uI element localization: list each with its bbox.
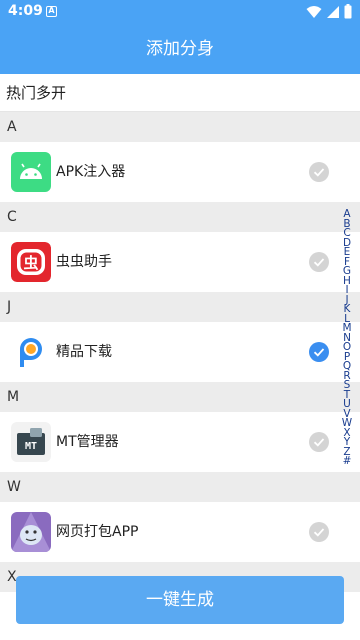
wifi-icon bbox=[306, 5, 322, 18]
check-icon bbox=[313, 348, 325, 357]
app-name: APK注入器 bbox=[56, 164, 126, 180]
select-checkbox[interactable] bbox=[309, 162, 329, 182]
check-icon bbox=[313, 438, 325, 447]
signal-icon bbox=[327, 5, 339, 18]
app-name: 网页打包APP bbox=[56, 524, 139, 540]
list-item-pp-download[interactable]: 精品下载 bbox=[0, 322, 360, 382]
list-item-web-pack[interactable]: 网页打包APP bbox=[0, 502, 360, 562]
app-name: 虫虫助手 bbox=[56, 254, 112, 270]
generate-button[interactable]: 一键生成 bbox=[16, 576, 344, 624]
alpha-index-letter[interactable]: # bbox=[343, 456, 352, 467]
notification-badge-icon: A bbox=[46, 6, 57, 17]
app-name: MT管理器 bbox=[56, 434, 119, 450]
section-header-w: W bbox=[0, 472, 360, 502]
select-checkbox[interactable] bbox=[309, 522, 329, 542]
battery-icon bbox=[344, 4, 352, 19]
svg-text:虫: 虫 bbox=[23, 254, 38, 272]
section-header-j: J bbox=[0, 292, 360, 322]
hot-multi-open-label: 热门多开 bbox=[0, 74, 360, 112]
section-header-a: A bbox=[0, 112, 360, 142]
check-icon bbox=[313, 168, 325, 177]
android-icon bbox=[11, 152, 51, 192]
app-name: 精品下载 bbox=[56, 344, 112, 360]
pp-download-icon bbox=[11, 332, 51, 372]
section-header-c: C bbox=[0, 202, 360, 232]
app-list[interactable]: A APK注入器 C 虫 虫虫助手 J 精品下载 M MT MT管理器 W 网页… bbox=[0, 112, 360, 640]
check-icon bbox=[313, 258, 325, 267]
status-bar: 4:09 A bbox=[0, 0, 360, 24]
select-checkbox[interactable] bbox=[309, 342, 329, 362]
check-icon bbox=[313, 528, 325, 537]
page-title: 添加分身 bbox=[146, 39, 214, 59]
status-time: 4:09 bbox=[8, 3, 43, 19]
list-item-mt-manager[interactable]: MT MT管理器 bbox=[0, 412, 360, 472]
section-header-m: M bbox=[0, 382, 360, 412]
select-checkbox[interactable] bbox=[309, 252, 329, 272]
svg-text:MT: MT bbox=[25, 441, 37, 452]
select-checkbox[interactable] bbox=[309, 432, 329, 452]
system-icons bbox=[306, 4, 352, 19]
list-item-chongchong[interactable]: 虫 虫虫助手 bbox=[0, 232, 360, 292]
web-pack-icon bbox=[11, 512, 51, 552]
chongchong-icon: 虫 bbox=[11, 242, 51, 282]
alphabet-index[interactable]: A B C D E F G H I J K L M N O P Q R S T U V W X Y Z # bbox=[340, 209, 354, 467]
mt-manager-icon: MT bbox=[11, 422, 51, 462]
list-item-apk-injector[interactable]: APK注入器 bbox=[0, 142, 360, 202]
app-bar: 添加分身 bbox=[0, 24, 360, 74]
